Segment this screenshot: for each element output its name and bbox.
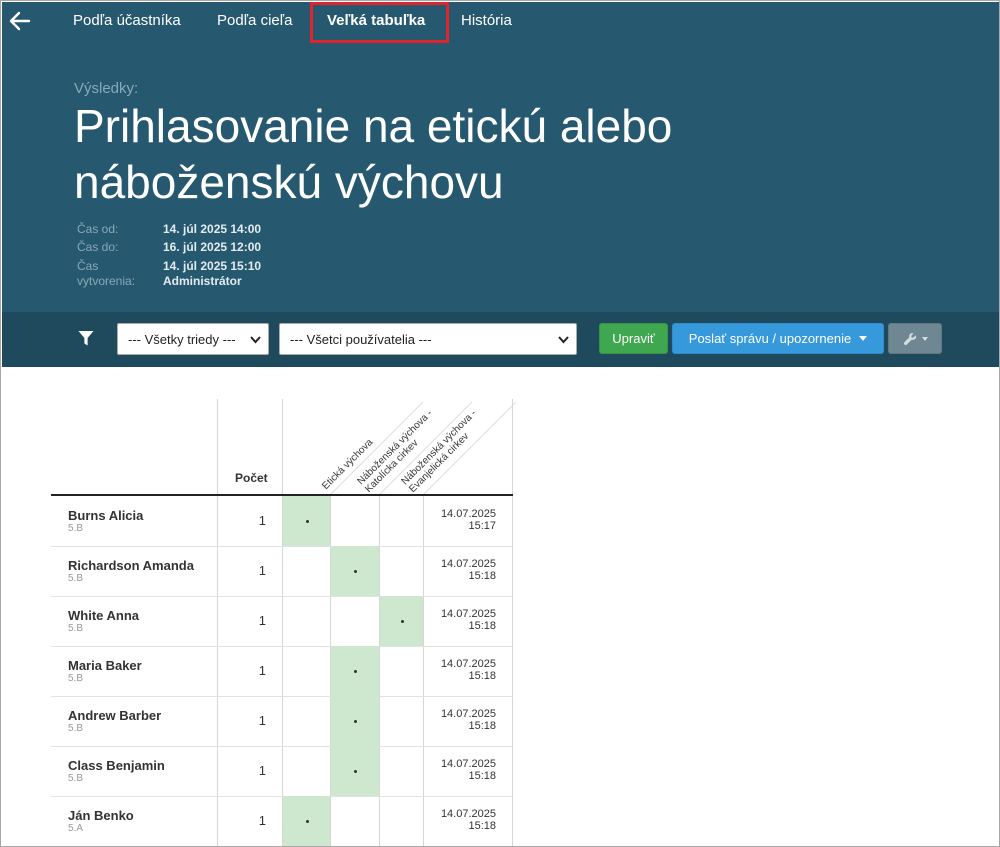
count-header: Počet: [235, 471, 268, 485]
submitted-at: 14.07.2025 15:18: [424, 658, 496, 682]
page-subtitle: Výsledky:: [74, 80, 139, 97]
selection-dot: [354, 670, 357, 673]
participant-name[interactable]: Andrew Barber: [68, 708, 161, 723]
chevron-down-icon: [250, 336, 261, 344]
table-row: White Anna 5.B 1 14.07.2025 15:18: [51, 596, 513, 646]
submitted-time: 15:18: [468, 820, 496, 832]
from-label: Čas od:: [77, 222, 119, 236]
submitted-at: 14.07.2025 15:18: [424, 608, 496, 632]
table-row: Maria Baker 5.B 1 14.07.2025 15:18: [51, 646, 513, 696]
user-select[interactable]: --- Všetci používatelia ---: [279, 323, 577, 355]
row-count: 1: [258, 663, 266, 678]
participant-class: 5.B: [68, 673, 84, 684]
participant-name[interactable]: Maria Baker: [68, 658, 142, 673]
row-count: 1: [258, 563, 266, 578]
submitted-date: 14.07.2025: [440, 758, 496, 770]
tab-by-goal[interactable]: Podľa cieľa: [217, 12, 292, 29]
table-row: Burns Alicia 5.B 1 14.07.2025 15:17: [51, 496, 513, 546]
chevron-down-icon: [558, 336, 569, 344]
table-row: Andrew Barber 5.B 1 14.07.2025 15:18: [51, 696, 513, 746]
created-value: 14. júl 2025 15:10: [163, 259, 262, 273]
selection-dot: [400, 620, 404, 623]
row-count: 1: [258, 813, 266, 828]
row-count: 1: [258, 513, 266, 528]
row-count: 1: [258, 613, 266, 628]
edit-button-label: Upraviť: [612, 331, 655, 346]
submitted-at: 14.07.2025 15:18: [424, 808, 496, 832]
tools-dropdown-button[interactable]: [888, 323, 942, 354]
selected-cell: [331, 546, 379, 596]
active-tab-highlight: [310, 2, 449, 43]
class-select-value: --- Všetky triedy ---: [128, 331, 236, 347]
submitted-time: 15:18: [468, 570, 496, 582]
participant-name[interactable]: Richardson Amanda: [68, 558, 194, 573]
arrow-left-icon[interactable]: [8, 10, 32, 32]
results-header: Podľa účastníka Podľa cieľa Veľká tabuľk…: [2, 2, 999, 312]
send-message-label: Poslať správu / upozornenie: [688, 331, 852, 346]
table-row: Class Benjamin 5.B 1 14.07.2025 15:18: [51, 746, 513, 796]
selected-cell: [331, 646, 379, 696]
from-value: 14. júl 2025 14:00: [163, 222, 262, 236]
submitted-at: 14.07.2025 15:17: [424, 508, 496, 532]
participant-name[interactable]: Class Benjamin: [68, 758, 165, 773]
participant-name[interactable]: White Anna: [68, 608, 139, 623]
submitted-at: 14.07.2025 15:18: [424, 708, 496, 732]
to-value: 16. júl 2025 12:00: [163, 240, 262, 254]
created-by: Administrátor: [163, 274, 242, 288]
app-window: Podľa účastníka Podľa cieľa Veľká tabuľk…: [0, 0, 1000, 847]
tab-history[interactable]: História: [461, 12, 512, 29]
created-label: Čas: [77, 259, 99, 273]
submitted-time: 15:18: [468, 620, 496, 632]
participant-class: 5.B: [68, 573, 84, 584]
submitted-time: 15:18: [468, 770, 496, 782]
submitted-date: 14.07.2025: [440, 658, 496, 670]
submitted-at: 14.07.2025 15:18: [424, 758, 496, 782]
participant-name[interactable]: Burns Alicia: [68, 508, 143, 523]
selected-cell: [331, 696, 379, 746]
user-select-value: --- Všetci používatelia ---: [290, 331, 432, 347]
caret-down-icon: [921, 336, 928, 341]
selected-cell: [283, 796, 330, 846]
selection-dot: [305, 820, 309, 823]
table-row: Ján Benko 5.A 1 14.07.2025 15:18: [51, 796, 513, 846]
page-title: Prihlasovanie na etickú alebo náboženskú…: [74, 100, 673, 208]
participant-class: 5.A: [68, 823, 84, 834]
selected-cell: [380, 596, 423, 646]
class-select[interactable]: --- Všetky triedy ---: [117, 323, 269, 355]
wrench-icon: [903, 332, 916, 345]
table-row: Richardson Amanda 5.B 1 14.07.2025 15:18: [51, 546, 513, 596]
participant-class: 5.B: [68, 723, 84, 734]
submitted-date: 14.07.2025: [440, 708, 496, 720]
caret-down-icon: [859, 336, 868, 341]
submitted-date: 14.07.2025: [440, 508, 496, 520]
submitted-date: 14.07.2025: [440, 558, 496, 570]
filter-icon[interactable]: [78, 330, 94, 347]
submitted-date: 14.07.2025: [440, 608, 496, 620]
submitted-at: 14.07.2025 15:18: [424, 558, 496, 582]
send-message-button[interactable]: Poslať správu / upozornenie: [672, 323, 884, 354]
selected-cell: [331, 746, 379, 796]
selection-dot: [354, 720, 357, 723]
to-label: Čas do:: [77, 240, 119, 254]
created-label-cont: vytvorenia:: [77, 274, 136, 288]
submitted-time: 15:18: [468, 670, 496, 682]
edit-button[interactable]: Upraviť: [599, 323, 668, 354]
selection-dot: [305, 520, 309, 523]
participant-class: 5.B: [68, 773, 84, 784]
selection-dot: [354, 570, 357, 573]
submitted-time: 15:18: [468, 720, 496, 732]
filter-toolbar: --- Všetky triedy --- --- Všetci používa…: [2, 312, 999, 367]
selection-dot: [354, 770, 357, 773]
participant-class: 5.B: [68, 623, 84, 634]
tab-by-participant[interactable]: Podľa účastníka: [73, 12, 181, 29]
row-count: 1: [258, 763, 266, 778]
participant-class: 5.B: [68, 523, 84, 534]
submitted-date: 14.07.2025: [440, 808, 496, 820]
submitted-time: 15:17: [468, 520, 496, 532]
row-count: 1: [258, 713, 266, 728]
participant-name[interactable]: Ján Benko: [68, 808, 134, 823]
selected-cell: [283, 496, 330, 546]
